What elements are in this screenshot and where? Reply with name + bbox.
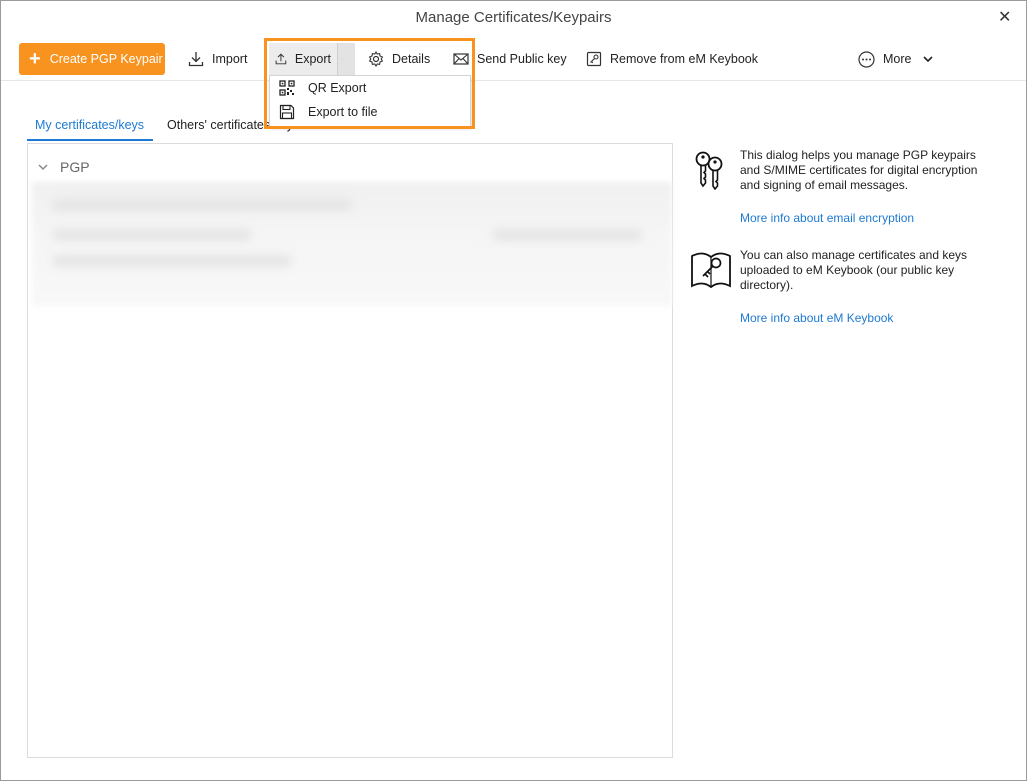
export-button[interactable]: Export: [269, 43, 337, 75]
remove-from-keybook-label: Remove from eM Keybook: [610, 52, 758, 66]
chevron-down-icon: [342, 58, 343, 60]
download-icon: [188, 52, 204, 67]
export-dropdown-toggle[interactable]: [337, 43, 355, 75]
blurred-text: [52, 200, 352, 210]
send-public-key-button[interactable]: Send Public key: [453, 43, 567, 75]
import-button[interactable]: Import: [188, 43, 247, 75]
chevron-down-icon: [38, 164, 48, 171]
menu-item-label: Export to file: [308, 105, 378, 119]
info-text-encryption: This dialog helps you manage PGP keypair…: [740, 148, 978, 192]
create-pgp-keypair-button[interactable]: + Create PGP Keypair: [19, 43, 165, 75]
qr-code-icon: [279, 80, 295, 96]
menu-item-qr-export[interactable]: QR Export: [270, 76, 470, 100]
blurred-text: [492, 230, 642, 240]
save-disk-icon: [279, 104, 295, 120]
create-pgp-keypair-label: Create PGP Keypair: [49, 52, 163, 66]
group-header-pgp[interactable]: PGP: [38, 159, 90, 175]
export-label: Export: [294, 52, 331, 66]
link-em-keybook[interactable]: More info about eM Keybook: [740, 311, 893, 325]
info-encryption: This dialog helps you manage PGP keypair…: [689, 148, 999, 228]
active-tab-indicator: [27, 139, 153, 141]
link-email-encryption[interactable]: More info about email encryption: [740, 211, 914, 225]
info-text-keybook: You can also manage certificates and key…: [740, 248, 968, 292]
tab-my-certificates[interactable]: My certificates/keys: [35, 118, 144, 132]
plus-icon: +: [29, 48, 41, 70]
blurred-key-entry[interactable]: [32, 182, 672, 306]
more-dots-icon: [858, 50, 875, 68]
blurred-text: [52, 230, 252, 240]
certificate-list: PGP: [27, 143, 673, 758]
manage-certificates-dialog: Manage Certificates/Keypairs ✕ + Create …: [0, 0, 1027, 781]
chevron-down-icon: [923, 56, 934, 63]
close-icon[interactable]: ✕: [998, 10, 1012, 26]
details-button[interactable]: Details: [368, 43, 430, 75]
export-dropdown-menu: QR Export Export to file: [269, 75, 471, 127]
gear-icon: [368, 51, 384, 67]
menu-item-label: QR Export: [308, 81, 367, 95]
details-label: Details: [392, 52, 431, 66]
send-public-key-label: Send Public key: [477, 52, 567, 66]
key-book-icon: [691, 252, 731, 289]
info-keybook: You can also manage certificates and key…: [689, 248, 999, 328]
key-book-icon: [586, 51, 602, 67]
menu-item-export-to-file[interactable]: Export to file: [270, 100, 470, 124]
import-label: Import: [212, 52, 248, 66]
keys-icon: [695, 151, 723, 190]
group-label: PGP: [60, 159, 90, 175]
more-label: More: [883, 52, 912, 66]
window-title: Manage Certificates/Keypairs: [415, 9, 612, 26]
more-button[interactable]: More: [858, 43, 941, 75]
blurred-text: [52, 256, 292, 266]
toolbar: + Create PGP Keypair Import Export Detai…: [1, 41, 1026, 81]
upload-icon: [275, 53, 287, 65]
remove-from-keybook-button[interactable]: Remove from eM Keybook: [586, 43, 758, 75]
envelope-icon: [453, 53, 469, 65]
